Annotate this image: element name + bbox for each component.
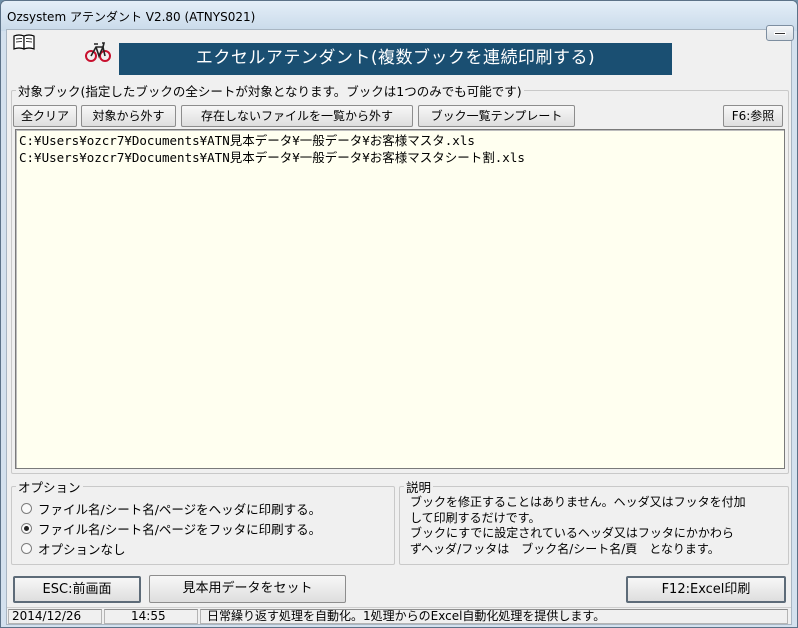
page-title-banner: エクセルアテンダント(複数ブックを連続印刷する) xyxy=(119,43,672,75)
options-label: オプション xyxy=(18,480,81,495)
browse-button[interactable]: F6:参照 xyxy=(723,105,783,127)
book-list-template-button[interactable]: ブック一覧テンプレート xyxy=(418,105,575,127)
radio-button-icon[interactable] xyxy=(21,542,32,554)
client-area: エクセルアテンダント(複数ブックを連続印刷する) 対象ブック(指定したブックの全… xyxy=(6,29,792,625)
excel-print-button[interactable]: F12:Excel印刷 xyxy=(626,576,786,603)
target-books-label: 対象ブック(指定したブックの全シートが対象となります。ブックは1つのみでも可能で… xyxy=(18,84,522,99)
option-header-label: ファイル名/シート名/ページをヘッダに印刷する。 xyxy=(38,501,322,517)
close-icon[interactable] xyxy=(766,25,794,41)
window-title: Ozsystem アテンダント V2.80 (ATNYS021) xyxy=(7,10,256,24)
option-footer-radio[interactable]: ファイル名/シート名/ページをフッタに印刷する。 xyxy=(21,518,321,538)
description-line: ブックにすでに設定されているヘッダ又はフッタにかかわら xyxy=(410,526,734,540)
title-bar[interactable]: Ozsystem アテンダント V2.80 (ATNYS021) xyxy=(1,1,797,31)
description-line: ブックを修正することはありません。ヘッダ又はフッタを付加 xyxy=(410,495,746,509)
description-text: ブックを修正することはありません。ヘッダ又はフッタを付加 して印刷するだけです。… xyxy=(410,495,782,557)
status-message: 日常繰り返す処理を自動化。1処理からのExcel自動化処理を提供します。 xyxy=(200,609,788,624)
book-list[interactable]: C:¥Users¥ozcr7¥Documents¥ATN見本データ¥一般データ¥… xyxy=(15,129,785,469)
bicycle-icon xyxy=(85,42,111,62)
radio-button-checked-icon[interactable] xyxy=(21,522,32,534)
clear-all-button[interactable]: 全クリア xyxy=(13,105,77,127)
back-button[interactable]: ESC:前画面 xyxy=(13,576,141,603)
radio-button-icon[interactable] xyxy=(21,502,32,514)
remove-missing-files-button[interactable]: 存在しないファイルを一覧から外す xyxy=(181,105,413,127)
status-time: 14:55 xyxy=(104,609,198,624)
option-footer-label: ファイル名/シート名/ページをフッタに印刷する。 xyxy=(38,521,322,537)
status-date: 2014/12/26 xyxy=(8,609,102,624)
option-none-radio[interactable]: オプションなし xyxy=(21,538,126,558)
description-line: して印刷するだけです。 xyxy=(410,510,541,525)
app-window: Ozsystem アテンダント V2.80 (ATNYS021) エクセルアテン… xyxy=(0,0,798,628)
description-label: 説明 xyxy=(406,480,432,495)
set-sample-data-button[interactable]: 見本用データをセット xyxy=(149,575,346,603)
book-icon[interactable] xyxy=(13,34,35,50)
list-item[interactable]: C:¥Users¥ozcr7¥Documents¥ATN見本データ¥一般データ¥… xyxy=(19,132,781,149)
option-header-radio[interactable]: ファイル名/シート名/ページをヘッダに印刷する。 xyxy=(21,498,321,518)
remove-from-target-button[interactable]: 対象から外す xyxy=(81,105,176,127)
description-line: ずヘッダ/フッタは ブック名/シート名/頁 となります。 xyxy=(410,541,720,556)
option-none-label: オプションなし xyxy=(38,541,126,557)
status-bar: 2014/12/26 14:55 日常繰り返す処理を自動化。1処理からのExce… xyxy=(7,607,791,624)
close-glyph xyxy=(774,32,786,35)
list-item[interactable]: C:¥Users¥ozcr7¥Documents¥ATN見本データ¥一般データ¥… xyxy=(19,149,781,166)
